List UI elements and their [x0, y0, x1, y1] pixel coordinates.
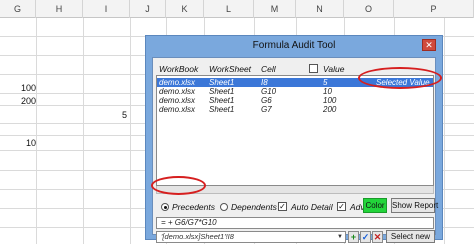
row-value: 5 [323, 78, 328, 87]
row-worksheet: Sheet1 [209, 87, 235, 96]
precedents-radio[interactable] [161, 203, 169, 211]
row-cell: G6 [261, 96, 272, 105]
col-header-o[interactable]: O [344, 0, 394, 18]
dialog-body: WorkBook WorkSheet Cell Value demo.xlsx … [152, 57, 438, 243]
col-header-g[interactable]: G [0, 0, 36, 18]
dependents-label[interactable]: Dependents [231, 202, 277, 212]
list-item-selected[interactable]: demo.xlsx Sheet1 I8 5 Selected Value [157, 78, 433, 87]
cell-g10[interactable]: 10 [0, 138, 36, 148]
address-combobox[interactable]: '[demo.xlsx]Sheet1'!I8 ▼ [156, 231, 346, 243]
row-cell: G7 [261, 105, 272, 114]
list-item[interactable]: demo.xlsx Sheet1 G10 10 [157, 87, 433, 96]
row-worksheet: Sheet1 [209, 96, 235, 105]
list-item[interactable]: demo.xlsx Sheet1 G7 200 [157, 105, 433, 114]
accept-button[interactable]: ✓ [360, 231, 371, 243]
column-header-row: G H I J K L M N O P [0, 0, 474, 18]
address-text: '[demo.xlsx]Sheet1'!I8 [161, 232, 234, 241]
row-workbook: demo.xlsx [159, 78, 196, 87]
cell-g7[interactable]: 200 [0, 96, 36, 106]
auto-detail-label[interactable]: Auto Detail [291, 202, 333, 212]
col-header-m[interactable]: M [254, 0, 296, 18]
dependents-radio[interactable] [220, 203, 228, 211]
show-report-button[interactable]: Show Report [391, 198, 438, 213]
col-header-j[interactable]: J [130, 0, 166, 18]
col-header-h[interactable]: H [36, 0, 83, 18]
adv-checkbox[interactable]: ✓ [337, 202, 346, 211]
row-value: 200 [323, 105, 337, 114]
col-header-k[interactable]: K [166, 0, 204, 18]
value-column-checkbox[interactable] [309, 64, 318, 73]
row-worksheet: Sheet1 [209, 78, 235, 87]
cancel-button[interactable]: ✕ [372, 231, 383, 243]
formula-field[interactable]: = + G6/G7*G10 [156, 217, 434, 229]
col-header-n[interactable]: N [296, 0, 344, 18]
col-header-i[interactable]: I [83, 0, 130, 18]
col-header-p[interactable]: P [394, 0, 474, 18]
col-header-l[interactable]: L [204, 0, 254, 18]
chevron-down-icon[interactable]: ▼ [336, 233, 344, 241]
row-cell: G10 [261, 87, 277, 96]
horizontal-scrollbar[interactable] [156, 186, 434, 194]
row-cell: I8 [261, 78, 268, 87]
grid-line [130, 18, 131, 244]
formula-audit-dialog: Formula Audit Tool ✕ WorkBook WorkSheet … [145, 35, 443, 243]
close-button[interactable]: ✕ [422, 39, 436, 51]
row-value: 100 [323, 96, 337, 105]
precedents-list[interactable]: demo.xlsx Sheet1 I8 5 Selected Value dem… [156, 75, 434, 186]
row-workbook: demo.xlsx [159, 87, 196, 96]
row-worksheet: Sheet1 [209, 105, 235, 114]
add-button[interactable]: + [348, 231, 359, 243]
cell-i8[interactable]: 5 [83, 110, 127, 120]
cell-g6[interactable]: 100 [0, 83, 36, 93]
precedents-label[interactable]: Precedents [172, 202, 215, 212]
color-button[interactable]: Color [363, 198, 387, 213]
grid-line [83, 18, 84, 244]
select-new-button[interactable]: Select new [386, 230, 435, 243]
grid-line [36, 18, 37, 244]
title-bar[interactable]: Formula Audit Tool ✕ [146, 36, 442, 56]
grid-line [444, 18, 445, 244]
row-workbook: demo.xlsx [159, 105, 196, 114]
dialog-title: Formula Audit Tool [252, 40, 336, 51]
row-note: Selected Value [376, 78, 430, 87]
auto-detail-checkbox[interactable]: ✓ [278, 202, 287, 211]
row-value: 10 [323, 87, 332, 96]
row-workbook: demo.xlsx [159, 96, 196, 105]
list-item[interactable]: demo.xlsx Sheet1 G6 100 [157, 96, 433, 105]
